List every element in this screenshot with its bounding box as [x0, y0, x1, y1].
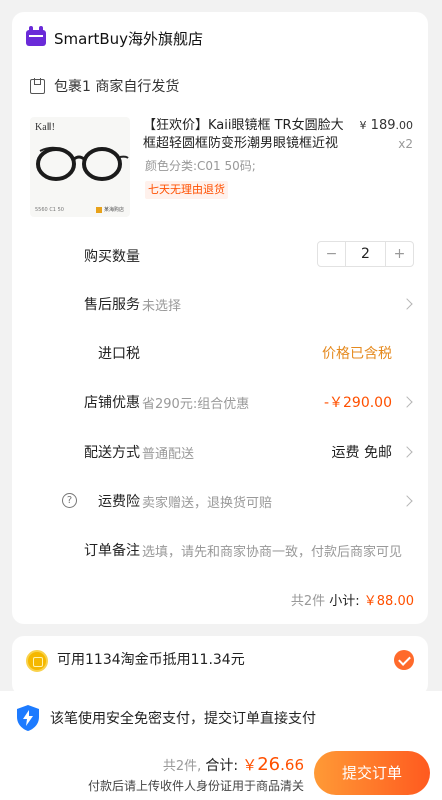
store-discount-desc: 省290元:组合优惠 [142, 397, 250, 412]
package-text: 包裹1 商家自行发货 [54, 79, 180, 95]
shipping-label: 配送方式 [84, 445, 140, 461]
order-note-input[interactable]: 选填，请先和商家协商一致，付款后商家可见 [142, 541, 414, 560]
product-image-logo-text: 某海购店 [103, 207, 124, 213]
tax-label: 进口税 [98, 346, 140, 362]
quantity-row: 购买数量 − 2 + [12, 240, 428, 272]
aftersale-label: 售后服务 [84, 297, 140, 313]
price-currency: ¥ [359, 119, 367, 132]
store-order-card: SmartBuy海外旗舰店 包裹1 商家自行发货 KaⅡ! 5560 C1 50… [12, 12, 428, 624]
total-integer: 26 [257, 754, 281, 775]
chevron-right-icon [401, 446, 413, 458]
decrease-button[interactable]: − [318, 242, 345, 266]
increase-button[interactable]: + [386, 242, 413, 266]
shipping-method: 普通配送 [142, 447, 195, 462]
total-count: 共2件, [162, 759, 202, 774]
shipping-insurance-row[interactable]: ? 运费险 卖家赠送，退换货可赔 [12, 485, 428, 517]
checkout-footer: 共2件, 合计: ￥26.66 付款后请上传收件人身份证用于商品清关 提交订单 [0, 746, 442, 800]
quantity-label: 购买数量 [84, 249, 140, 265]
product-quantity: x2 [398, 137, 413, 151]
shipping-insurance-label: 运费险 [98, 494, 140, 510]
help-icon[interactable]: ? [62, 493, 77, 508]
chevron-right-icon [401, 495, 413, 507]
tax-row: 进口税 价格已含税 [12, 337, 428, 369]
secure-payment-bar: 该笔使用安全免密支付，提交订单直接支付 [0, 691, 442, 746]
price-integer: 189 [370, 118, 396, 133]
check-circle-icon[interactable] [394, 650, 414, 670]
price-decimal: .00 [395, 119, 414, 132]
tmall-icon [26, 26, 46, 46]
total-label: 合计: [205, 758, 239, 774]
product-image-logo: 某海购店 [95, 206, 124, 213]
gold-coin-icon [26, 650, 48, 672]
submit-order-button[interactable]: 提交订单 [314, 751, 430, 795]
chevron-right-icon [401, 396, 413, 408]
aftersale-value: 未选择 [142, 299, 182, 314]
product-image[interactable]: KaⅡ! 5560 C1 50 某海购店 [30, 117, 130, 217]
shipping-insurance-desc: 卖家赠送，退换货可赔 [142, 496, 273, 511]
secure-payment-text: 该笔使用安全免密支付，提交订单直接支付 [50, 711, 316, 727]
total-currency: ￥ [242, 756, 258, 774]
shipping-row[interactable]: 配送方式 普通配送 运费 免邮 [12, 436, 428, 468]
logo-mark-icon [95, 206, 102, 213]
product-image-brand: KaⅡ! [35, 122, 55, 133]
subtotal-amount: ￥88.00 [363, 594, 414, 609]
customs-note: 付款后请上传收件人身份证用于商品清关 [87, 779, 304, 793]
store-discount-amount: -￥290.00 [323, 395, 392, 411]
store-header[interactable]: SmartBuy海外旗舰店 [26, 26, 203, 50]
shipping-fee: 运费 免邮 [331, 445, 392, 461]
box-icon [30, 78, 45, 94]
aftersale-row[interactable]: 售后服务 未选择 [12, 288, 428, 320]
total-decimal: .66 [280, 756, 304, 774]
store-discount-row[interactable]: 店铺优惠 省290元:组合优惠 -￥290.00 [12, 386, 428, 418]
return-policy-tag: 七天无理由退货 [145, 181, 228, 199]
coin-deduction-text: 可用1134淘金币抵用11.34元 [57, 652, 245, 668]
quantity-stepper[interactable]: − 2 + [317, 241, 414, 267]
order-total: 共2件, 合计: ￥26.66 [163, 754, 304, 775]
quantity-value[interactable]: 2 [345, 242, 386, 266]
product-price: ¥ 189.00 [360, 118, 413, 133]
subtotal-count: 共2件 [290, 594, 326, 609]
package-info: 包裹1 商家自行发货 [30, 74, 179, 98]
product-title[interactable]: 【狂欢价】Kaii眼镜框 TR女圆脸大框超轻圆框防变形潮男眼镜框近视 [143, 117, 349, 153]
order-note-row[interactable]: 订单备注 选填，请先和商家协商一致，付款后商家可见 [12, 534, 428, 566]
chevron-right-icon [401, 298, 413, 310]
order-note-label: 订单备注 [84, 543, 140, 559]
total-amount: ￥26.66 [242, 754, 304, 775]
subtotal-label: 小计: [329, 594, 360, 609]
coin-deduction-card[interactable]: 可用1134淘金币抵用11.34元 [12, 636, 428, 696]
store-name[interactable]: SmartBuy海外旗舰店 [54, 28, 203, 49]
store-discount-label: 店铺优惠 [84, 395, 140, 411]
subtotal: 共2件 小计: ￥88.00 [291, 590, 414, 609]
tax-value: 价格已含税 [322, 346, 392, 362]
product-sku[interactable]: 颜色分类:C01 50码; [145, 157, 256, 174]
shield-lightning-icon [17, 705, 39, 731]
product-image-sku: 5560 C1 50 [35, 207, 64, 213]
